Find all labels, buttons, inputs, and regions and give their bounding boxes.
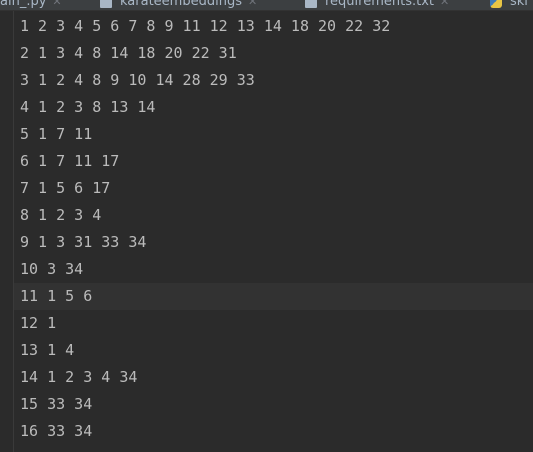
code-line[interactable]: 7 1 5 6 17	[14, 175, 533, 202]
tab-ski[interactable]: ski	[490, 0, 528, 10]
current-code-line[interactable]: 11 1 5 6	[14, 283, 533, 310]
editor-tab-bar: ain_.py ✕ karateembeddings ✕ requirement…	[0, 0, 533, 11]
code-line[interactable]: 4 1 2 3 8 13 14	[14, 94, 533, 121]
code-line[interactable]: 3 1 2 4 8 9 10 14 28 29 33	[14, 67, 533, 94]
text-file-icon	[100, 0, 112, 8]
code-editor[interactable]: 1 2 3 4 5 6 7 8 9 11 12 13 14 18 20 22 3…	[0, 11, 533, 452]
code-line[interactable]: 13 1 4	[14, 337, 533, 364]
code-line[interactable]: 16 33 34	[14, 418, 533, 445]
code-line[interactable]: 15 33 34	[14, 391, 533, 418]
tab-karateembeddings[interactable]: karateembeddings ✕	[100, 0, 257, 10]
tab-label: ski	[510, 0, 528, 9]
code-line[interactable]: 2 1 3 4 8 14 18 20 22 31	[14, 40, 533, 67]
tab-label: karateembeddings	[120, 0, 242, 9]
code-line[interactable]: 12 1	[14, 310, 533, 337]
code-line[interactable]: 5 1 7 11	[14, 121, 533, 148]
close-icon[interactable]: ✕	[248, 0, 257, 8]
close-icon[interactable]: ✕	[52, 0, 61, 8]
close-icon[interactable]: ✕	[440, 0, 449, 8]
code-line[interactable]: 9 1 3 31 33 34	[14, 229, 533, 256]
python-file-icon	[490, 0, 502, 8]
text-file-icon	[305, 0, 317, 8]
code-line[interactable]: 10 3 34	[14, 256, 533, 283]
code-line[interactable]: 1 2 3 4 5 6 7 8 9 11 12 13 14 18 20 22 3…	[14, 13, 533, 40]
tab-label: ain_.py	[0, 0, 47, 9]
code-line[interactable]: 14 1 2 3 4 34	[14, 364, 533, 391]
code-line[interactable]: 8 1 2 3 4	[14, 202, 533, 229]
code-line[interactable]: 6 1 7 11 17	[14, 148, 533, 175]
tab-main-py[interactable]: ain_.py ✕	[0, 0, 62, 10]
tab-requirements-txt[interactable]: requirements.txt ✕	[305, 0, 449, 10]
tab-label: requirements.txt	[325, 0, 435, 9]
